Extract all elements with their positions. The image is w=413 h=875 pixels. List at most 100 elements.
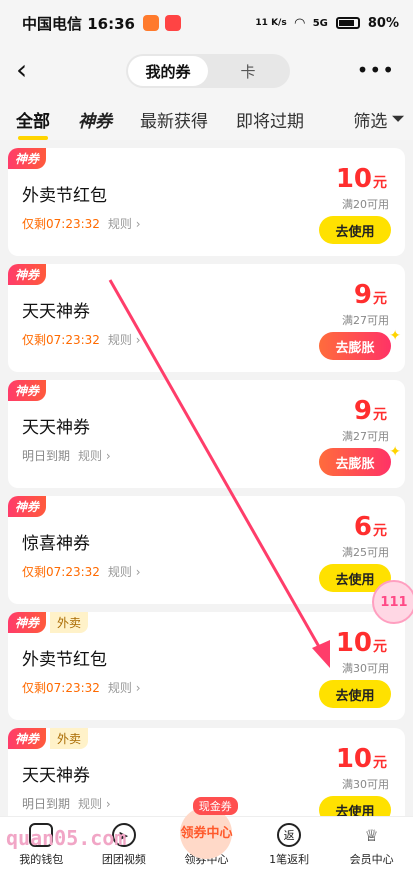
floating-promo-bubble[interactable]: 111 xyxy=(372,580,413,624)
use-button[interactable]: 去使用 xyxy=(319,216,391,244)
coupon-condition: 满27可用 xyxy=(342,314,389,327)
rule-link[interactable]: 规则 › xyxy=(108,681,141,695)
filter-label: 筛选 xyxy=(353,111,388,132)
status-right: 11 K/s ◠ 5G 80% xyxy=(255,16,399,31)
amount-value: 10 xyxy=(335,744,372,774)
rule-link[interactable]: 规则 › xyxy=(78,449,111,463)
coupon-validity: 仅剩07:23:32 规则 › xyxy=(22,679,141,696)
coupon-condition: 满25可用 xyxy=(342,546,389,559)
battery-level: 80% xyxy=(367,15,399,31)
coupon-badges: 神券 外卖 xyxy=(8,612,89,633)
waimai-badge: 外卖 xyxy=(50,612,89,633)
coupon-card[interactable]: 神券 天天神券 明日到期 规则 › 9元 满27可用 去膨胀 ✦ xyxy=(8,380,405,488)
shenquan-badge: 神券 xyxy=(8,380,47,401)
filter-button[interactable]: 筛选 ⏷ xyxy=(353,107,405,132)
battery-icon xyxy=(335,17,360,29)
wifi-icon: ◠ xyxy=(294,15,305,31)
filter-funnel-icon: ⏷ xyxy=(391,109,405,129)
coupon-validity: 仅剩07:23:32 规则 › xyxy=(22,563,141,580)
coupon-card[interactable]: 神券 天天神券 仅剩07:23:32 规则 › 9元 满27可用 去膨胀 ✦ xyxy=(8,264,405,372)
amount-value: 10 xyxy=(335,164,372,194)
crown-icon: ♕ xyxy=(364,825,379,845)
remaining-time: 仅剩07:23:32 xyxy=(22,565,100,579)
network-type: 5G xyxy=(312,17,328,29)
amount-value: 9 xyxy=(353,280,372,310)
nav-member[interactable]: ♕ 会员中心 xyxy=(330,817,413,875)
status-bar: 中国电信 16:36 11 K/s ◠ 5G 80% xyxy=(0,0,413,46)
speed-readout: 11 K/s xyxy=(255,18,287,28)
amount-unit: 元 xyxy=(373,407,387,423)
back-button[interactable]: ‹ xyxy=(16,56,27,84)
tab-all[interactable]: 全部 xyxy=(16,107,50,140)
amount-value: 10 xyxy=(335,628,372,658)
expiry-text: 明日到期 xyxy=(22,449,71,463)
coupon-amount: 9元 xyxy=(354,396,387,426)
waimai-badge: 外卖 xyxy=(50,728,89,749)
app-notification-icon xyxy=(142,15,159,31)
top-header: ‹ 我的券 卡 ••• xyxy=(0,46,413,98)
filter-tabs: 全部 神券 最新获得 即将过期 筛选 ⏷ xyxy=(0,98,413,140)
coupon-validity: 仅剩07:23:32 规则 › xyxy=(22,331,141,348)
carrier-time: 中国电信 16:36 xyxy=(22,14,135,33)
coupon-badges: 神券 xyxy=(8,148,47,169)
coupon-title: 外卖节红包 xyxy=(22,650,107,670)
coupon-badges: 神券 xyxy=(8,380,47,401)
rule-link[interactable]: 规则 › xyxy=(78,797,111,811)
amount-unit: 元 xyxy=(373,291,387,307)
remaining-time: 仅剩07:23:32 xyxy=(22,333,100,347)
coupon-card[interactable]: 神券 惊喜神券 仅剩07:23:32 规则 › 6元 满25可用 去使用 xyxy=(8,496,405,604)
remaining-time: 仅剩07:23:32 xyxy=(22,217,100,231)
coupon-amount: 6元 xyxy=(354,512,387,542)
segment-cards[interactable]: 卡 xyxy=(208,56,288,86)
cash-coupon-badge: 现金券 xyxy=(192,797,238,815)
inflate-button[interactable]: 去膨胀 xyxy=(319,332,391,360)
sparkle-icon: ✦ xyxy=(389,328,401,344)
coupon-badges: 神券 xyxy=(8,264,47,285)
coupon-badges: 神券 外卖 xyxy=(8,728,89,749)
use-button[interactable]: 去使用 xyxy=(319,680,391,708)
coupon-card[interactable]: 神券 外卖节红包 仅剩07:23:32 规则 › 10元 满20可用 去使用 xyxy=(8,148,405,256)
weibo-icon xyxy=(164,15,181,31)
rebate-icon: 返 xyxy=(277,823,302,847)
amount-unit: 元 xyxy=(373,755,387,771)
tab-latest[interactable]: 最新获得 xyxy=(140,107,208,132)
shenquan-badge: 神券 xyxy=(8,728,47,749)
rule-link[interactable]: 规则 › xyxy=(108,217,141,231)
nav-label: 会员中心 xyxy=(349,853,394,866)
coupon-amount: 9元 xyxy=(354,280,387,310)
coupon-card[interactable]: 神券 外卖 外卖节红包 仅剩07:23:32 规则 › 10元 满30可用 去使用 xyxy=(8,612,405,720)
shenquan-badge: 神券 xyxy=(8,148,47,169)
more-dots-icon[interactable]: ••• xyxy=(357,58,395,82)
expiry-text: 明日到期 xyxy=(22,797,71,811)
segment-control: 我的券 卡 xyxy=(126,54,290,88)
rule-link[interactable]: 规则 › xyxy=(108,333,141,347)
amount-unit: 元 xyxy=(373,523,387,539)
nav-label: 团团视频 xyxy=(101,853,146,866)
shenquan-badge: 神券 xyxy=(8,496,47,517)
coupon-amount: 10元 xyxy=(336,164,387,194)
amount-unit: 元 xyxy=(373,175,387,191)
segment-my-coupons[interactable]: 我的券 xyxy=(128,56,208,86)
coupon-list: 神券 外卖节红包 仅剩07:23:32 规则 › 10元 满20可用 去使用 神券… xyxy=(0,140,413,836)
coupon-validity: 明日到期 规则 › xyxy=(22,447,111,464)
inflate-button[interactable]: 去膨胀 xyxy=(319,448,391,476)
shenquan-badge: 神券 xyxy=(8,612,47,633)
nav-label: 1笔返利 xyxy=(269,853,310,866)
coupon-title: 天天神券 xyxy=(22,418,90,438)
coupon-badges: 神券 xyxy=(8,496,47,517)
coupon-title: 惊喜神券 xyxy=(22,534,90,554)
coupon-title: 天天神券 xyxy=(22,302,90,322)
tab-shenquan[interactable]: 神券 xyxy=(78,107,112,132)
coupon-validity: 仅剩07:23:32 规则 › xyxy=(22,215,141,232)
coupon-amount: 10元 xyxy=(336,744,387,774)
rule-link[interactable]: 规则 › xyxy=(108,565,141,579)
notification-icons xyxy=(142,15,181,31)
coupon-condition: 满30可用 xyxy=(342,662,389,675)
tab-expiring[interactable]: 即将过期 xyxy=(236,107,304,132)
sparkle-icon: ✦ xyxy=(389,444,401,460)
nav-coupon-center[interactable]: 领券中心 现金券 领券中心 xyxy=(165,797,248,875)
nav-rebate[interactable]: 返 1笔返利 xyxy=(248,817,331,875)
coupon-title: 外卖节红包 xyxy=(22,186,107,206)
shenquan-badge: 神券 xyxy=(8,264,47,285)
watermark: quan05.com xyxy=(6,826,127,850)
